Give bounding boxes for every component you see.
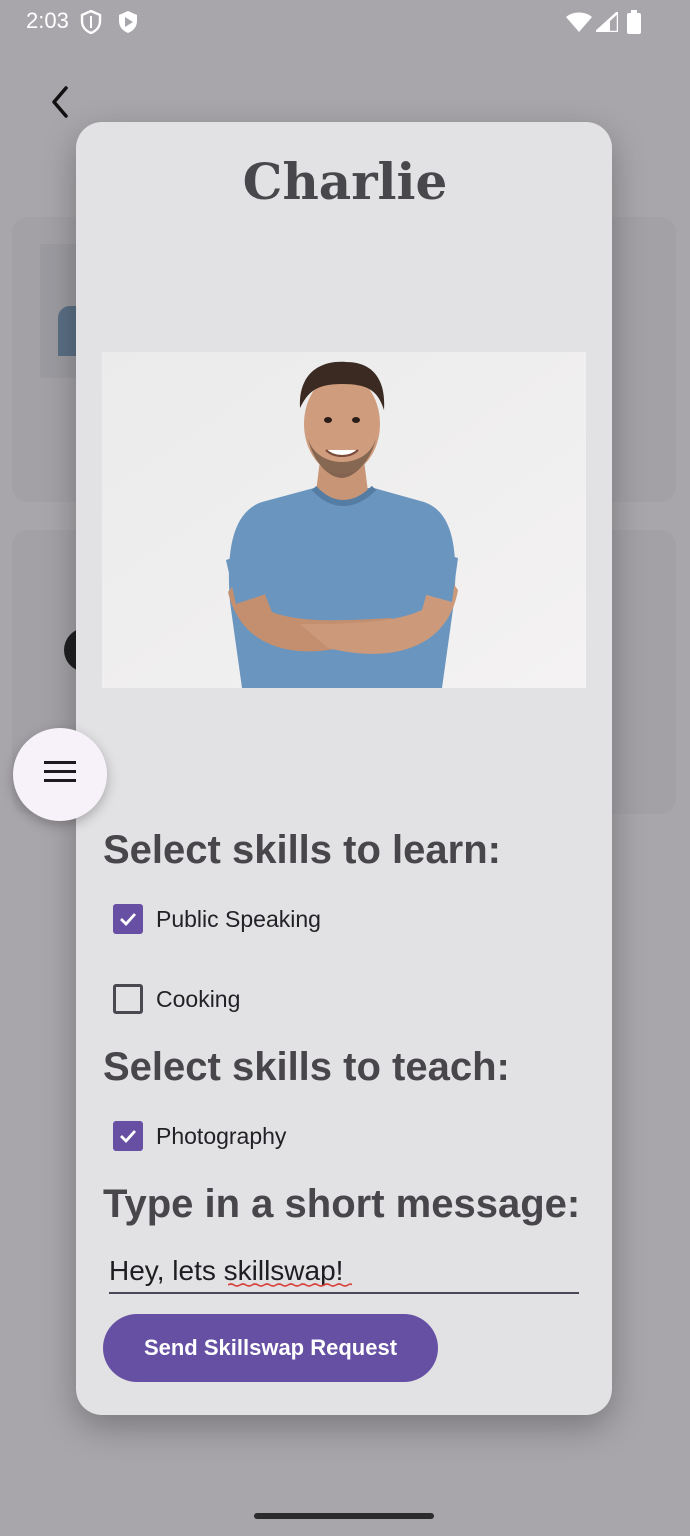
skill-checkbox-cooking[interactable]: Cooking (113, 982, 240, 1016)
home-indicator[interactable] (254, 1513, 434, 1519)
skill-checkbox-photography[interactable]: Photography (113, 1119, 286, 1153)
checkbox-label: Public Speaking (156, 905, 321, 932)
background-profile-photo (40, 244, 78, 378)
check-icon (120, 913, 137, 927)
message-heading: Type in a short message: (103, 1182, 581, 1226)
profile-photo (102, 352, 586, 688)
check-icon (120, 1130, 137, 1144)
checkbox-checked[interactable] (113, 904, 143, 934)
message-input[interactable] (109, 1250, 579, 1294)
checkbox-unchecked[interactable] (113, 984, 143, 1014)
wifi-icon (566, 12, 592, 37)
profile-name: Charlie (242, 152, 448, 211)
checkbox-label: Photography (156, 1122, 287, 1149)
chevron-left-icon (42, 86, 82, 126)
signal-icon (592, 9, 620, 37)
status-time: 2:03 (26, 8, 69, 33)
checkbox-checked[interactable] (113, 1121, 143, 1151)
menu-fab[interactable] (13, 728, 107, 821)
back-button[interactable] (42, 82, 82, 122)
spellcheck-underline (228, 1283, 352, 1287)
send-request-button[interactable]: Send Skillswap Request (103, 1314, 438, 1382)
navigation-bar (0, 1468, 690, 1536)
teach-skills-heading: Select skills to teach: (103, 1045, 510, 1089)
menu-icon (44, 761, 76, 788)
learn-skills-heading: Select skills to learn: (103, 828, 501, 872)
skill-checkbox-public-speaking[interactable]: Public Speaking (113, 902, 321, 936)
play-protect-icon (117, 10, 139, 39)
shield-icon (80, 9, 102, 39)
status-bar: 2:03 (0, 0, 690, 44)
battery-icon (627, 10, 641, 39)
checkbox-label: Cooking (156, 985, 241, 1012)
